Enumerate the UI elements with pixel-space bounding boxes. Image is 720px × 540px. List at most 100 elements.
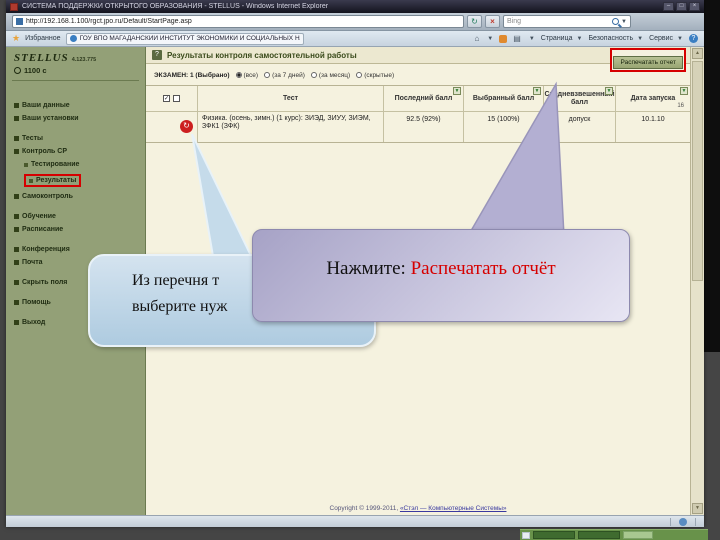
column-header-last-score[interactable]: Последний балл ▼ (384, 86, 464, 111)
url-input[interactable]: http://192.168.1.100/rgct.jpo.ru/Default… (12, 15, 464, 28)
filter-option-month[interactable]: (за месяц) (310, 72, 350, 79)
column-header-launch-date[interactable]: Дата запуска ▼ 16 (616, 86, 690, 111)
print-annotation-box: Распечатать отчет (610, 48, 686, 72)
taskbar-button[interactable] (623, 531, 653, 539)
credit-counter: 1100 с (6, 64, 145, 77)
taskbar-icon[interactable] (522, 531, 530, 539)
home-icon[interactable]: ⌂ (474, 34, 479, 43)
taskbar-button[interactable] (578, 531, 620, 539)
row-last-score: 92.5 (92%) (384, 112, 464, 142)
sidebar-item-conference[interactable]: Конференция (14, 246, 137, 253)
table-row[interactable]: ↻ Физика. (осень, зимн.) (1 курс): ЗИЭД,… (146, 112, 690, 142)
vertical-scrollbar[interactable]: ▲ ▼ (690, 47, 704, 515)
address-bar: http://192.168.1.100/rgct.jpo.ru/Default… (6, 13, 704, 31)
run-test-icon[interactable]: ↻ (180, 120, 193, 133)
row-weighted-score: допуск (544, 112, 616, 142)
menu-bullet-icon (14, 280, 19, 285)
sidebar-item-testing[interactable]: Тестирование (24, 161, 137, 168)
column-header-weighted-score[interactable]: Средневзвешенный балл ▼ (544, 86, 616, 111)
print-dropdown-icon[interactable]: ▼ (529, 36, 535, 42)
slide-right-strip (704, 0, 720, 352)
row-test-name[interactable]: Физика. (осень, зимн.) (1 курс): ЗИЭД, З… (198, 112, 384, 142)
home-dropdown-icon[interactable]: ▼ (487, 36, 493, 42)
page-tab[interactable]: ГОУ ВПО МАГАДАНСКИЙ ИНСТИТУТ ЭКОНОМИКИ И… (65, 32, 304, 45)
page-title: Результаты контроля самостоятельной рабо… (167, 50, 357, 60)
copyright-link[interactable]: «Стэл — Компьютерные Системы» (400, 505, 507, 512)
menu-bullet-icon (14, 103, 19, 108)
menu-bullet-icon (24, 162, 28, 167)
table-header-row: ✓ Тест Последний балл ▼ Выбранный балл ▼ С… (146, 86, 690, 112)
radio-icon[interactable] (264, 72, 271, 78)
menu-bullet-icon (29, 178, 33, 183)
tools-menu[interactable]: Сервис ▼ (649, 35, 683, 42)
internet-zone-icon (679, 517, 687, 526)
section-help-icon[interactable]: ? (152, 50, 162, 60)
print-icon[interactable]: ▤ (513, 34, 521, 43)
feed-icon[interactable] (499, 34, 508, 43)
content-header: ? Результаты контроля самостоятельной ра… (146, 47, 690, 64)
filter-option-all[interactable]: (все) (235, 72, 258, 79)
radio-icon[interactable] (310, 72, 317, 78)
filter-label: ЭКЗАМЕН: 1 (Выбрано) (154, 71, 230, 79)
search-dropdown-icon[interactable]: ▼ (621, 19, 627, 25)
search-input[interactable]: Bing ▼ (503, 15, 631, 28)
maximize-button[interactable]: □ (676, 2, 687, 11)
copyright: Copyright © 1999-2011, «Стэл — Компьютер… (329, 505, 507, 512)
select-all-checkbox[interactable]: ✓ (163, 95, 170, 102)
help-icon[interactable]: ? (689, 34, 698, 43)
row-chosen-score: 15 (100%) (464, 112, 544, 142)
sidebar-item-your-settings[interactable]: Ваши установки (14, 115, 137, 122)
stop-icon[interactable]: × (485, 15, 500, 28)
menu-bullet-icon (14, 116, 19, 121)
sidebar-item-self-control[interactable]: Самоконтроль (14, 193, 137, 200)
filter-option-7days[interactable]: (за 7 дней) (264, 72, 305, 79)
favorites-star-icon[interactable]: ★ (12, 34, 20, 43)
menu-bullet-icon (14, 260, 19, 265)
select-none-checkbox[interactable] (173, 95, 180, 102)
refresh-icon[interactable]: ↻ (467, 15, 482, 28)
clock-icon (14, 67, 21, 74)
menu-bullet-icon (14, 136, 19, 141)
page-menu[interactable]: Страница ▼ (541, 35, 583, 42)
filter-funnel-icon[interactable]: ▼ (605, 87, 613, 95)
radio-icon[interactable] (235, 72, 242, 78)
menu-bullet-icon (14, 214, 19, 219)
search-icon[interactable] (612, 18, 620, 25)
globe-icon (69, 35, 77, 42)
radio-icon[interactable] (356, 72, 363, 78)
row-select-cell: ↻ (146, 112, 198, 142)
sidebar-item-tests[interactable]: Тесты (14, 135, 137, 142)
taskbar-button[interactable] (533, 531, 575, 539)
print-report-button[interactable]: Распечатать отчет (613, 56, 683, 69)
menu-bullet-icon (14, 149, 19, 154)
scrollbar-thumb[interactable] (692, 61, 703, 281)
callout-right-action: Распечатать отчёт (410, 258, 556, 279)
sidebar-item-your-data[interactable]: Ваши данные (14, 102, 137, 109)
filter-row: ЭКЗАМЕН: 1 (Выбрано) (все) (за 7 дней) (… (146, 68, 690, 82)
sidebar-item-results[interactable]: Результаты (24, 174, 137, 187)
favorites-bar: ★ Избранное ГОУ ВПО МАГАДАНСКИЙ ИНСТИТУТ… (6, 31, 704, 47)
filter-funnel-icon[interactable]: ▼ (533, 87, 541, 95)
menu-bullet-icon (14, 227, 19, 232)
minimize-button[interactable]: – (663, 2, 674, 11)
safety-menu[interactable]: Безопасность ▼ (588, 35, 643, 42)
sidebar-item-control-sr[interactable]: Контроль СР (14, 148, 137, 155)
column-header-test[interactable]: Тест (198, 86, 384, 111)
statusbar-divider (695, 517, 696, 526)
scroll-down-icon[interactable]: ▼ (692, 503, 703, 514)
filter-funnel-icon[interactable]: ▼ (680, 87, 688, 95)
sidebar-item-schedule[interactable]: Расписание (14, 226, 137, 233)
window-title: СИСТЕМА ПОДДЕРЖКИ ОТКРЫТОГО ОБРАЗОВАНИЯ … (22, 3, 329, 10)
menu-bullet-icon (14, 300, 19, 305)
favorites-label[interactable]: Избранное (25, 35, 60, 42)
header-select-cell: ✓ (146, 86, 198, 111)
filter-option-hidden[interactable]: (скрытые) (356, 72, 394, 79)
callout-print-report: Нажмите: Распечатать отчёт (252, 229, 630, 322)
sidebar-divider (12, 80, 139, 81)
menu-bullet-icon (14, 320, 19, 325)
column-header-chosen-score[interactable]: Выбранный балл ▼ (464, 86, 544, 111)
filter-funnel-icon[interactable]: ▼ (453, 87, 461, 95)
scroll-up-icon[interactable]: ▲ (692, 48, 703, 59)
close-button[interactable]: × (689, 2, 700, 11)
sidebar-item-learning[interactable]: Обучение (14, 213, 137, 220)
